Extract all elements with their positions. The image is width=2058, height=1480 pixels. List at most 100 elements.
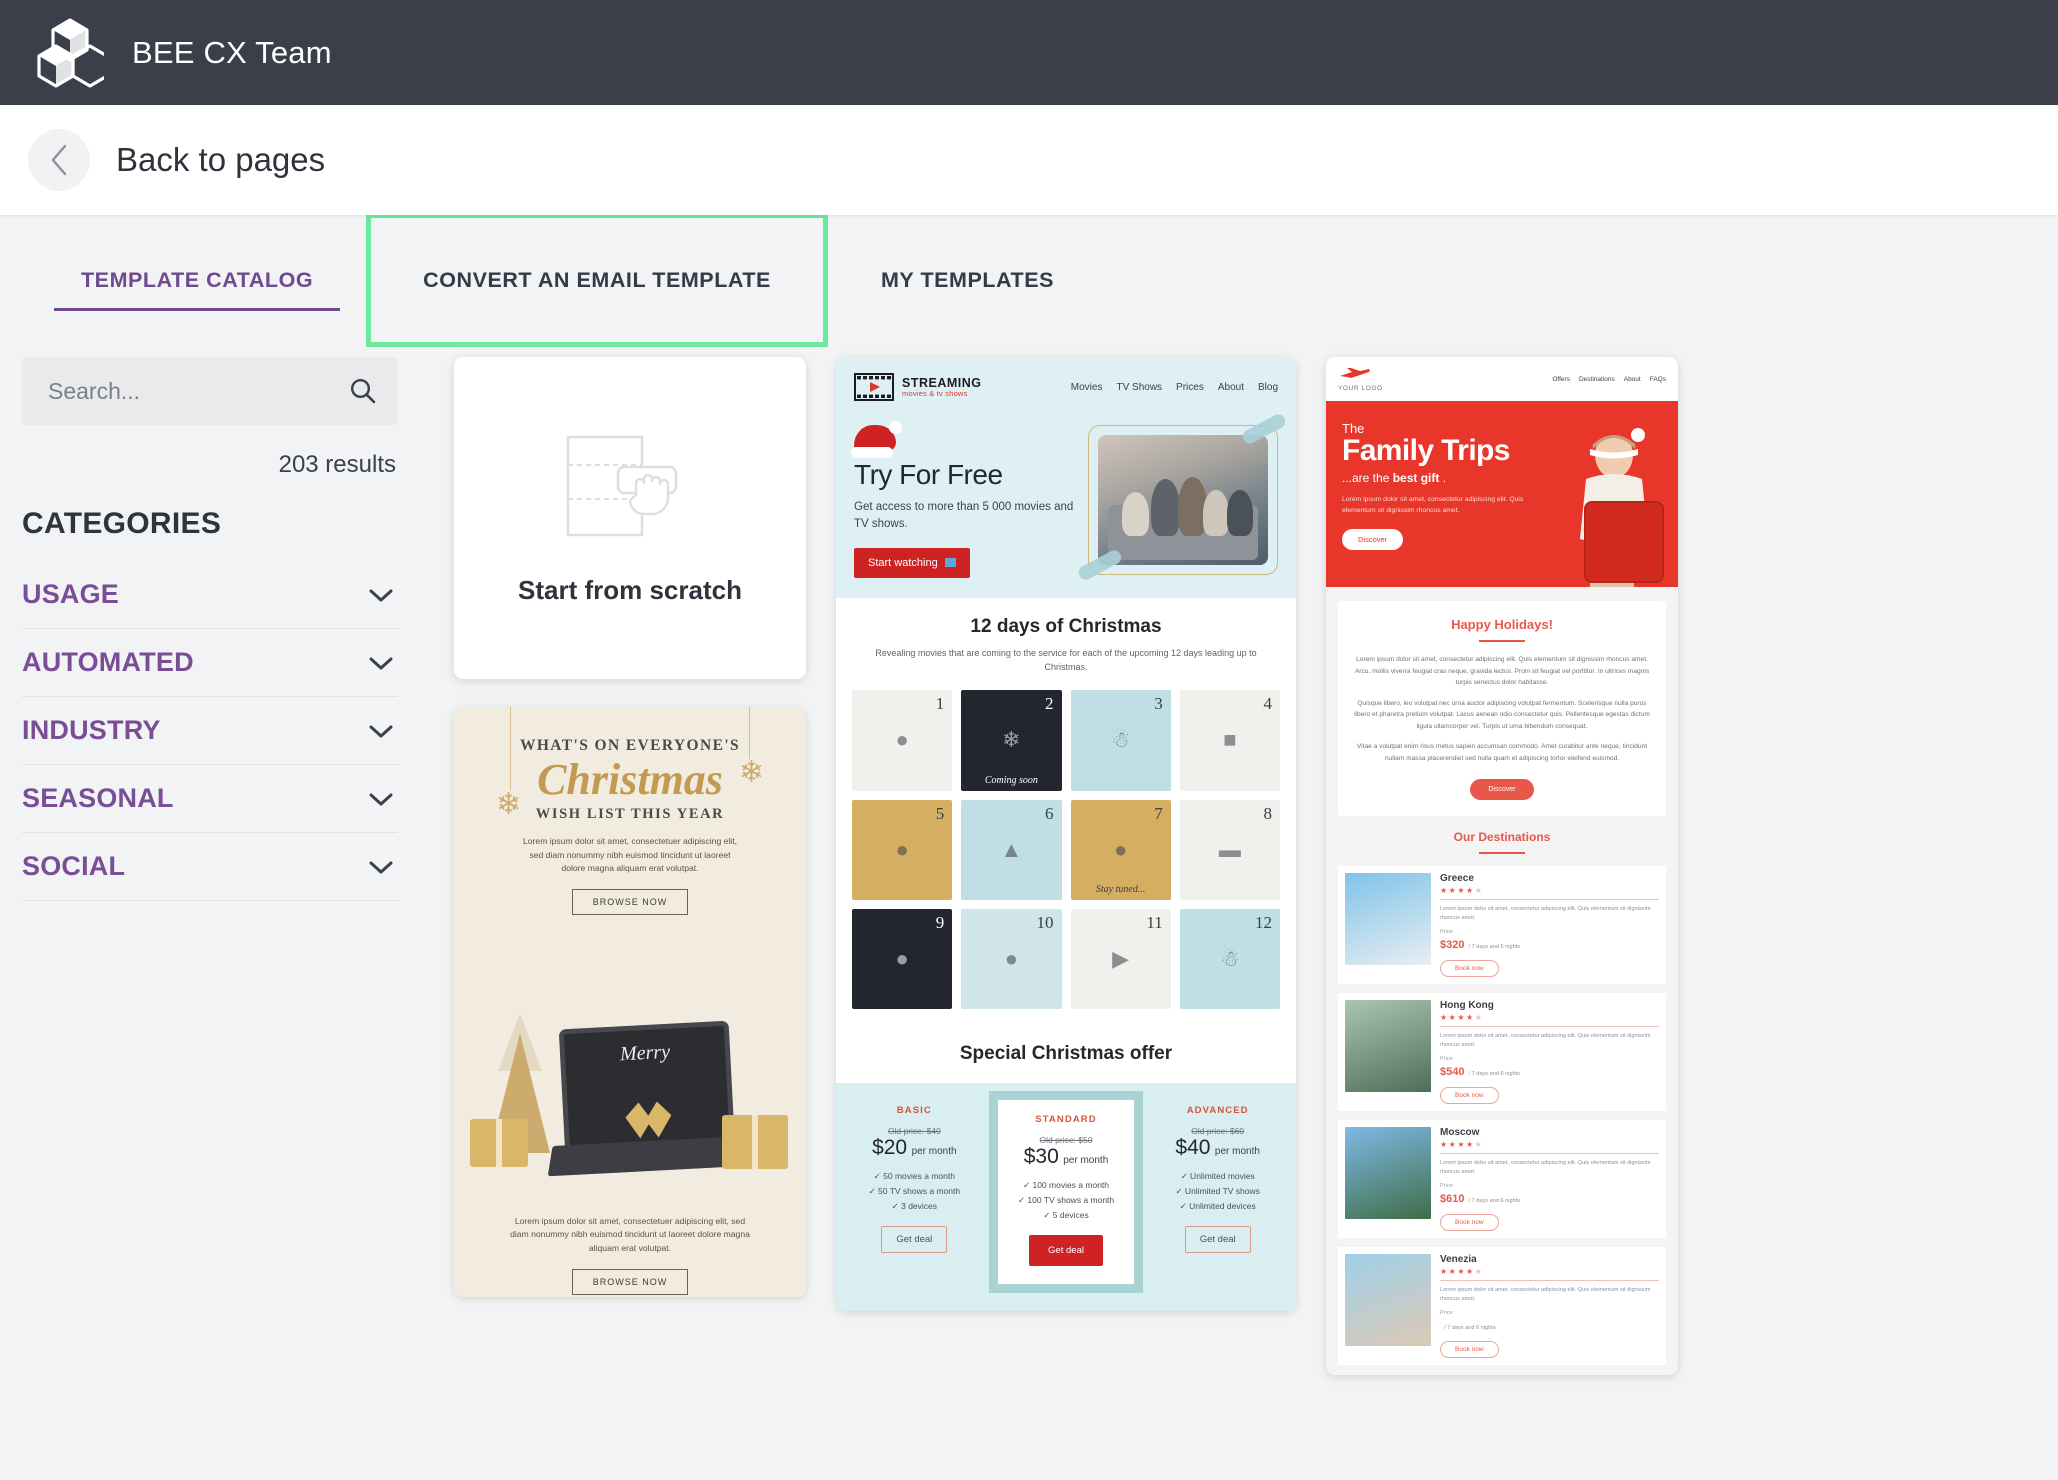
streaming-nav-prices[interactable]: Prices — [1176, 382, 1204, 393]
our-destinations-title: Our Destinations — [1453, 830, 1551, 845]
template-column-3: YOUR LOGO Offers Destinations About FAQs… — [1326, 357, 1678, 1480]
filter-sidebar: 203 results CATEGORIES USAGE AUTOMATED I… — [0, 345, 420, 1480]
category-industry[interactable]: INDUSTRY — [22, 697, 398, 765]
tab-my-templates[interactable]: MY TEMPLATES — [826, 215, 1109, 345]
calendar-illustration: ● — [895, 945, 909, 971]
happy-holidays-section: Happy Holidays! Lorem ipsum dolor sit am… — [1338, 601, 1666, 817]
special-offer-title: Special Christmas offer — [836, 1021, 1296, 1084]
search-icon[interactable] — [348, 376, 378, 406]
tab-bar: TEMPLATE CATALOG CONVERT AN EMAIL TEMPLA… — [0, 213, 2058, 347]
search-box[interactable] — [22, 357, 398, 425]
calendar-day-number: 6 — [1045, 803, 1054, 823]
book-now-button[interactable]: Book now — [1440, 1340, 1499, 1358]
travel-nav-about[interactable]: About — [1624, 376, 1641, 383]
travel-nav-destinations[interactable]: Destinations — [1579, 376, 1615, 383]
category-automated[interactable]: AUTOMATED — [22, 629, 398, 697]
streaming-nav-about[interactable]: About — [1218, 382, 1244, 393]
calendar-day-number: 9 — [935, 912, 945, 932]
tab-convert-an-email-template[interactable]: CONVERT AN EMAIL TEMPLATE — [366, 213, 828, 347]
streaming-nav-tv-shows[interactable]: TV Shows — [1116, 382, 1162, 393]
calendar-day-4[interactable]: 4 ■ — [1179, 690, 1280, 791]
destination-duration: / 7 days and 6 nights — [1444, 1324, 1496, 1331]
streaming-nav-blog[interactable]: Blog — [1258, 382, 1278, 393]
calendar-day-3[interactable]: 3 ☃ — [1070, 690, 1171, 791]
calendar-day-7[interactable]: 7 ● Stay tuned... — [1070, 799, 1171, 900]
snowflake-icon: ❄ — [496, 788, 522, 821]
category-seasonal[interactable]: SEASONAL — [22, 765, 398, 833]
book-now-button[interactable]: Book now — [1440, 1213, 1499, 1231]
destination-rating: ★★★★★ — [1440, 886, 1484, 896]
tier-feature: ✓ 100 movies a month — [1022, 1180, 1110, 1191]
category-label: SEASONAL — [22, 783, 174, 813]
xmas-title: Christmas — [537, 755, 723, 804]
template-card-christmas-wishlist[interactable]: ❄ ❄ WHAT'S ON EVERYONE'S Christmas WISH … — [454, 707, 806, 1297]
travel-nav-offers[interactable]: Offers — [1552, 376, 1570, 383]
calendar-day-10[interactable]: 10 ● — [961, 908, 1062, 1010]
cubes-logo-icon — [37, 17, 104, 88]
category-usage[interactable]: USAGE — [22, 561, 398, 629]
back-bar: Back to pages — [0, 105, 2058, 215]
destination-row[interactable]: Greece ★★★★★ Lorem ipsum dolor sit amet, c… — [1338, 866, 1666, 985]
streaming-calendar-section: 12 days of Christmas Revealing movies th… — [836, 597, 1296, 1022]
destination-photo — [1345, 1127, 1431, 1219]
calendar-day-12[interactable]: 12 ☃ — [1179, 908, 1280, 1010]
streaming-nav-movies[interactable]: Movies — [1071, 382, 1103, 393]
destination-rating: ★★★★★ — [1440, 1013, 1484, 1023]
template-card-streaming[interactable]: STREAMING movies & tv shows Movies TV Sh… — [836, 357, 1296, 1311]
category-label: SOCIAL — [22, 851, 126, 881]
back-button[interactable] — [28, 129, 90, 191]
calendar-day-11[interactable]: 11 ▶ — [1070, 908, 1171, 1010]
xmas-browse-button-2[interactable]: BROWSE NOW — [571, 1269, 689, 1296]
calendar-caption: Coming soon — [984, 774, 1038, 786]
tier-feature: ✓ 50 TV shows a month — [868, 1185, 961, 1196]
category-social[interactable]: SOCIAL — [22, 833, 398, 901]
xmas-pretitle: WHAT'S ON EVERYONE'S — [519, 737, 741, 754]
book-now-button[interactable]: Book now — [1440, 1087, 1499, 1104]
calendar-day-9[interactable]: 9 ● — [852, 908, 953, 1010]
start-watching-label: Start watching — [868, 556, 938, 569]
destination-row[interactable]: Moscow ★★★★★ Lorem ipsum dolor sit amet, c… — [1338, 1120, 1666, 1238]
tier-feature: ✓ 5 devices — [1043, 1209, 1089, 1220]
calendar-day-2[interactable]: 2 ❄ Coming soon — [961, 690, 1062, 791]
calendar-day-1[interactable]: 1 ● — [852, 690, 953, 791]
chevron-down-icon[interactable] — [368, 723, 394, 739]
chevron-down-icon[interactable] — [368, 587, 394, 603]
calendar-day-number: 2 — [1045, 694, 1054, 714]
destination-info: Hong Kong ★★★★★ Lorem ipsum dolor sit amet… — [1440, 1000, 1659, 1104]
calendar-day-5[interactable]: 5 ● — [852, 799, 953, 900]
get-deal-button-standard[interactable]: Get deal — [1029, 1234, 1103, 1266]
pricing-tier-advanced: ADVANCED Old price: $60 $40 per month ✓ … — [1149, 1097, 1286, 1261]
back-label: Back to pages — [116, 141, 326, 178]
destinations-list: Greece ★★★★★ Lorem ipsum dolor sit amet, c… — [1326, 866, 1678, 1375]
start-from-scratch-card[interactable]: Start from scratch — [454, 357, 806, 679]
start-from-scratch-label: Start from scratch — [518, 574, 742, 605]
destination-description: Lorem ipsum dolor sit amet, consectetur … — [1440, 1160, 1651, 1175]
search-input[interactable] — [48, 377, 348, 405]
app-header: BEE CX Team — [0, 0, 2058, 105]
holiday-discover-button[interactable]: Discover — [1470, 779, 1534, 801]
travel-discover-button[interactable]: Discover — [1342, 528, 1404, 550]
destination-price: $320 — [1440, 939, 1465, 952]
tier-period: per month — [1063, 1155, 1109, 1167]
travel-nav-faqs[interactable]: FAQs — [1650, 376, 1666, 383]
calendar-day-8[interactable]: 8 ▬ — [1179, 799, 1280, 900]
tab-template-catalog[interactable]: TEMPLATE CATALOG — [26, 215, 368, 345]
category-label: USAGE — [22, 579, 120, 609]
xmas-browse-button[interactable]: BROWSE NOW — [571, 889, 689, 916]
book-now-button[interactable]: Book now — [1440, 960, 1499, 978]
calendar-illustration: ● — [1113, 836, 1128, 862]
chevron-down-icon[interactable] — [368, 859, 394, 875]
calendar-day-6[interactable]: 6 ▲ — [961, 799, 1062, 900]
template-column-2: STREAMING movies & tv shows Movies TV Sh… — [836, 357, 1296, 1480]
template-card-family-trips[interactable]: YOUR LOGO Offers Destinations About FAQs… — [1326, 357, 1678, 1375]
get-deal-button-advanced[interactable]: Get deal — [1184, 1225, 1251, 1253]
chevron-down-icon[interactable] — [368, 655, 394, 671]
destination-name: Venezia — [1440, 1253, 1477, 1265]
get-deal-button-basic[interactable]: Get deal — [881, 1225, 948, 1253]
destination-row[interactable]: Hong Kong ★★★★★ Lorem ipsum dolor sit amet… — [1338, 993, 1666, 1111]
start-watching-button[interactable]: Start watching — [854, 547, 970, 578]
chevron-down-icon[interactable] — [368, 791, 394, 807]
destination-row[interactable]: Venezia ★★★★★ Lorem ipsum dolor sit amet, … — [1338, 1246, 1666, 1365]
streaming-logo-name: STREAMING — [902, 375, 982, 390]
gift-box-icon — [722, 1115, 788, 1170]
